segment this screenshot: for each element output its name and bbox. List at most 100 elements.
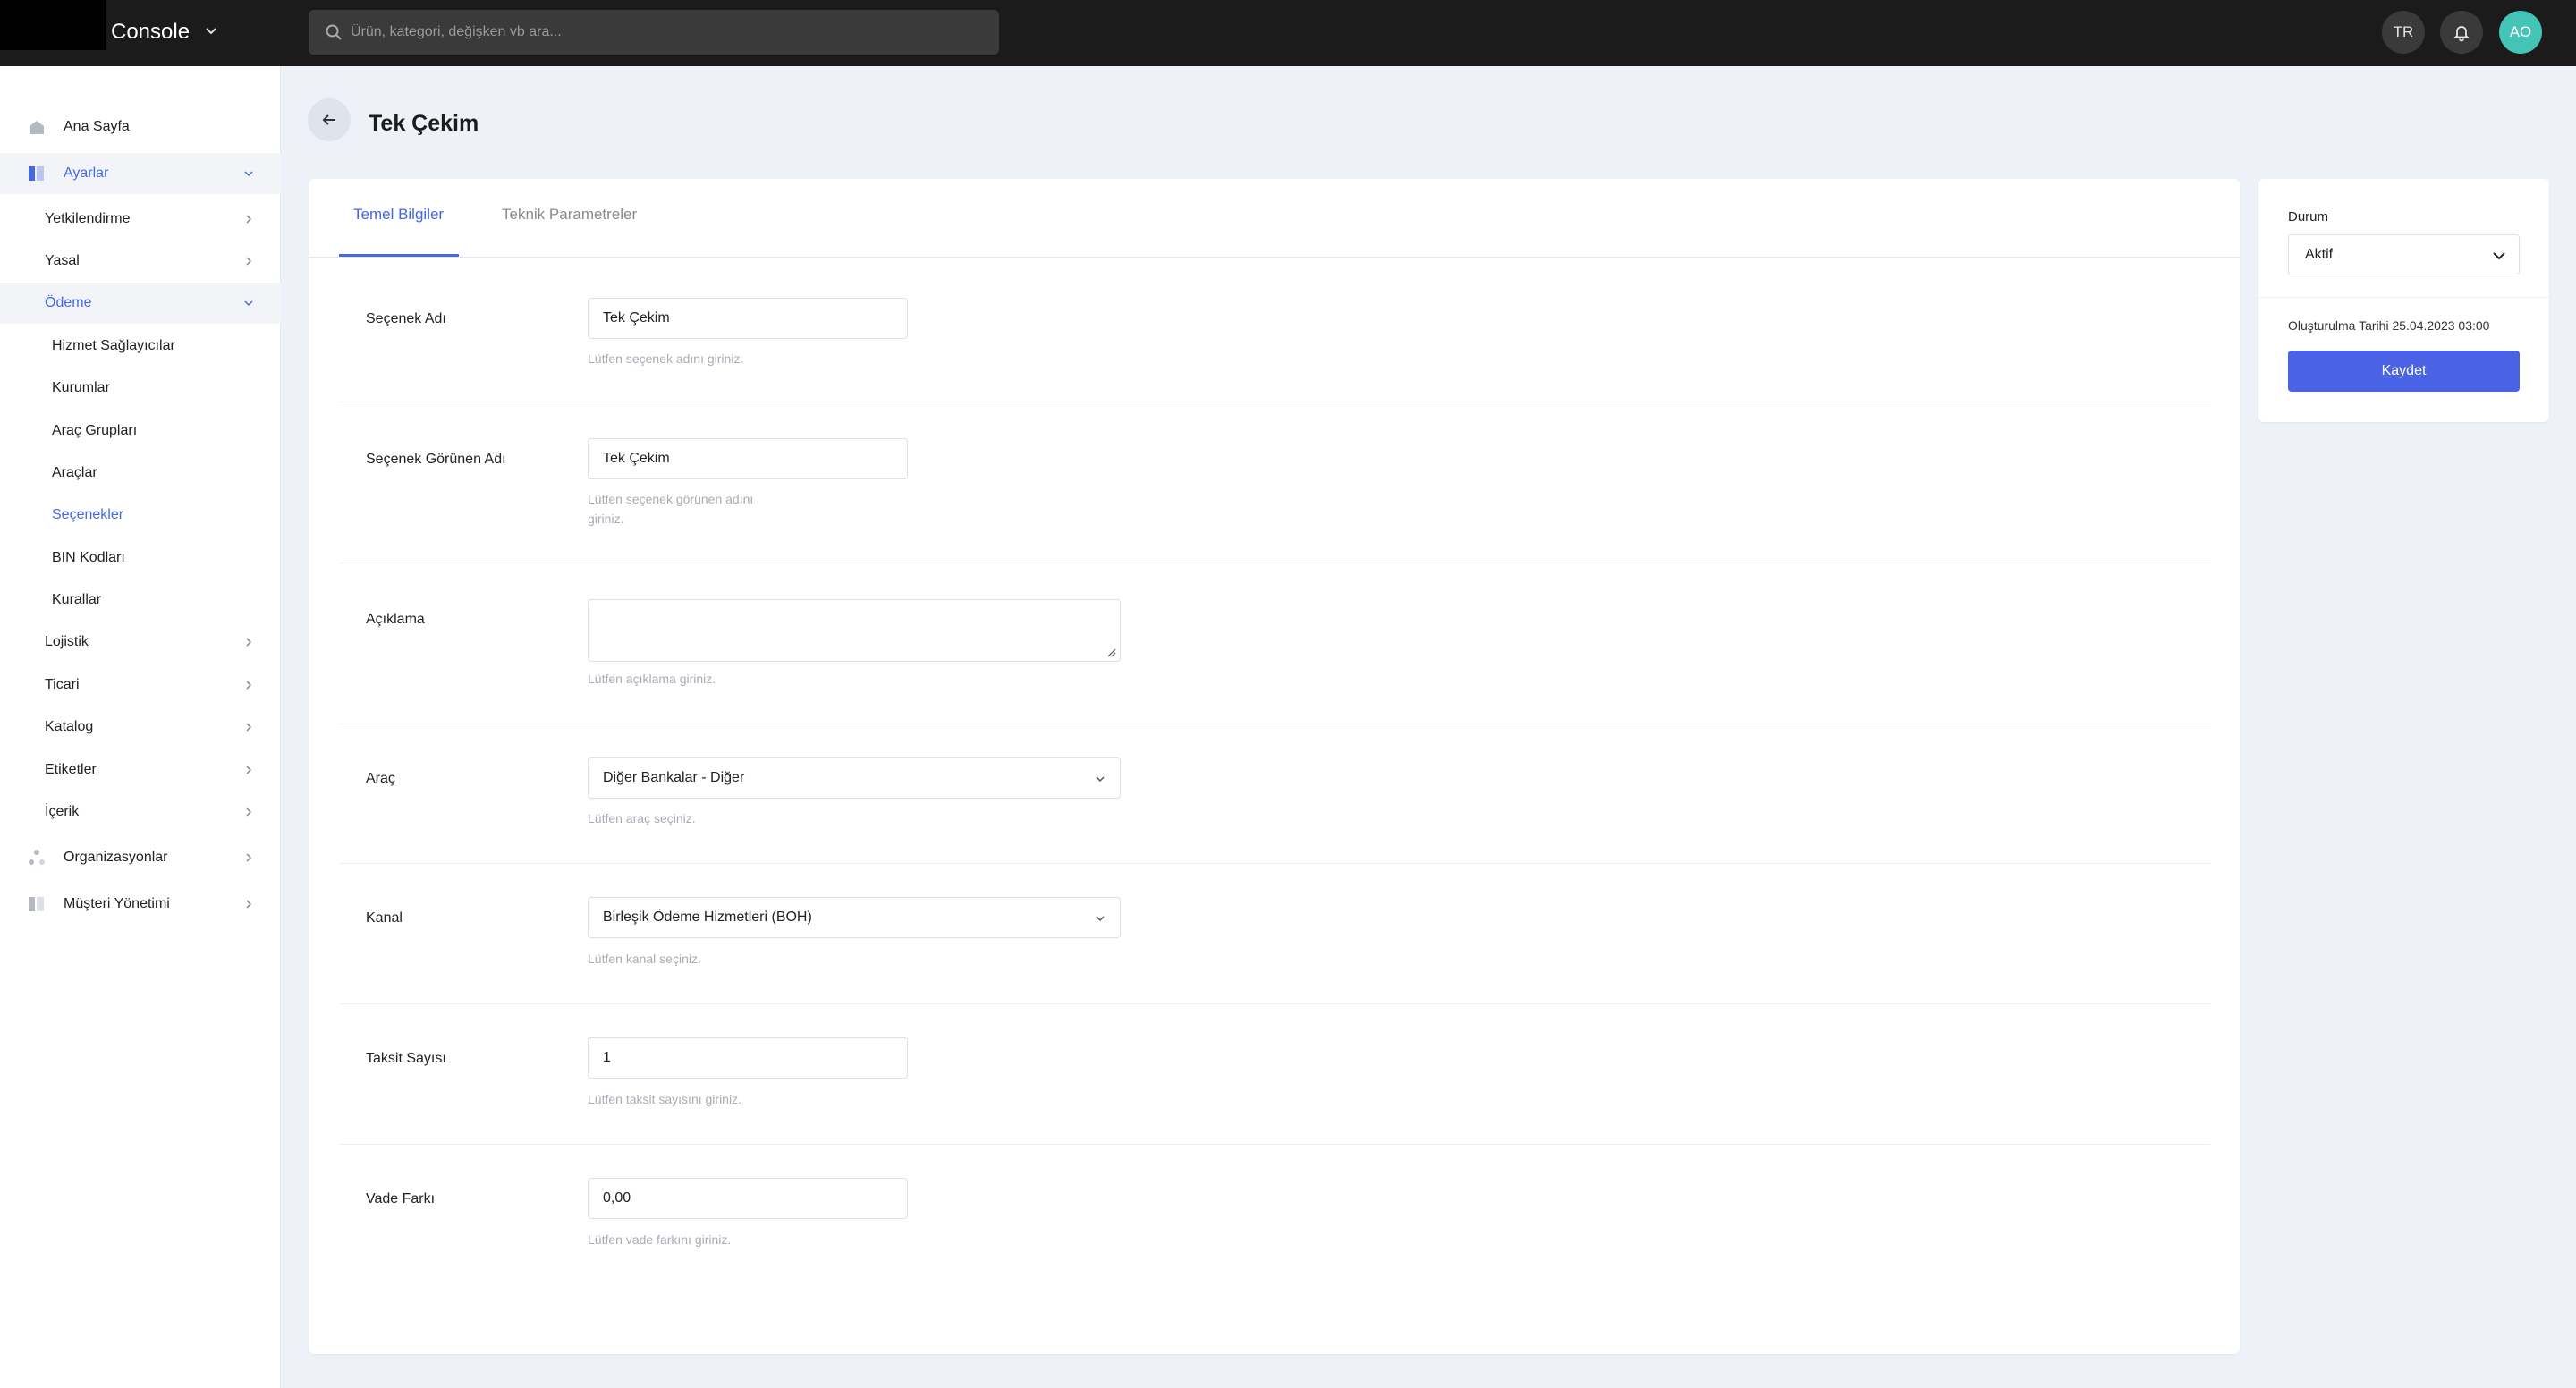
form-row-maturity-difference: Vade Farkı 0,00 Lütfen vade farkını giri… bbox=[339, 1145, 2210, 1285]
home-icon bbox=[30, 121, 44, 134]
language-button[interactable]: TR bbox=[2382, 11, 2425, 54]
sidebar-item-label: BIN Kodları bbox=[52, 550, 125, 565]
form-row-option-name: Seçenek Adı Tek Çekim Lütfen seçenek adı… bbox=[339, 258, 2210, 402]
sidebar-item-label: Yetkilendirme bbox=[45, 211, 131, 226]
chevron-down-icon bbox=[1096, 916, 1105, 922]
sidebar-item-settings[interactable]: Ayarlar bbox=[0, 153, 281, 194]
sidebar-item-home[interactable]: Ana Sayfa bbox=[0, 106, 281, 148]
top-bar: Console TR AO bbox=[0, 0, 2576, 66]
status-select-value: Aktif bbox=[2305, 247, 2334, 262]
sidebar-item-tool-groups[interactable]: Araç Grupları bbox=[0, 410, 281, 452]
sidebar-item-label: Hizmet Sağlayıcılar bbox=[52, 338, 175, 353]
chevron-down-icon bbox=[1096, 776, 1105, 783]
form-card: Temel Bilgiler Teknik Parametreler Seçen… bbox=[309, 179, 2240, 1354]
sidebar-item-label: Araçlar bbox=[52, 465, 97, 480]
sidebar-item-payment[interactable]: Ödeme bbox=[0, 283, 281, 324]
sidebar-item-label: Etiketler bbox=[45, 762, 97, 777]
field-hint: Lütfen taksit sayısını giriniz. bbox=[588, 1092, 741, 1106]
sidebar-item-label: Organizasyonlar bbox=[64, 850, 168, 865]
sidebar-item-customer-management[interactable]: Müşteri Yönetimi bbox=[0, 884, 281, 925]
sidebar-item-label: Araç Grupları bbox=[52, 423, 138, 438]
sidebar-item-service-providers[interactable]: Hizmet Sağlayıcılar bbox=[0, 326, 281, 367]
tab-basic-info[interactable]: Temel Bilgiler bbox=[353, 204, 444, 225]
sidebar-item-organizations[interactable]: Organizasyonlar bbox=[0, 837, 281, 878]
sidebar-item-label: Ayarlar bbox=[64, 165, 109, 181]
sidebar-item-label: Katalog bbox=[45, 719, 94, 734]
sidebar: Ana Sayfa Ayarlar Yetkilendirme Yasal Öd… bbox=[0, 66, 281, 1388]
sidebar-item-label: Kurumlar bbox=[52, 380, 110, 395]
sidebar-item-options[interactable]: Seçenekler bbox=[0, 495, 281, 536]
field-hint: Lütfen kanal seçiniz. bbox=[588, 952, 701, 966]
notifications-button[interactable] bbox=[2440, 11, 2483, 54]
resize-handle-icon[interactable] bbox=[1106, 647, 1116, 657]
field-label: Taksit Sayısı bbox=[366, 1051, 446, 1066]
search-input[interactable] bbox=[351, 10, 977, 55]
sidebar-item-label: Ticari bbox=[45, 677, 80, 692]
field-label: Araç bbox=[366, 771, 395, 786]
installments-input[interactable]: 1 bbox=[588, 1037, 908, 1079]
field-hint: Lütfen vade farkını giriniz. bbox=[588, 1232, 732, 1247]
sidebar-item-legal[interactable]: Yasal bbox=[0, 241, 281, 282]
description-textarea[interactable] bbox=[588, 599, 1121, 662]
tab-technical-parameters[interactable]: Teknik Parametreler bbox=[502, 204, 637, 225]
sidebar-item-tags[interactable]: Etiketler bbox=[0, 749, 281, 791]
sidebar-item-label: Lojistik bbox=[45, 634, 89, 649]
search-bar[interactable] bbox=[309, 10, 999, 55]
form-row-display-name: Seçenek Görünen Adı Tek Çekim Lütfen seç… bbox=[339, 402, 2210, 563]
page-title: Tek Çekim bbox=[369, 111, 479, 136]
chevron-down-icon bbox=[244, 171, 253, 177]
chevron-right-icon bbox=[246, 808, 252, 817]
field-label: Seçenek Görünen Adı bbox=[366, 452, 506, 467]
sidebar-item-label: İçerik bbox=[45, 804, 80, 819]
tool-select-value: Diğer Bankalar - Diğer bbox=[603, 770, 745, 785]
sidebar-item-label: Ana Sayfa bbox=[64, 119, 130, 134]
save-button[interactable]: Kaydet bbox=[2288, 351, 2520, 392]
chevron-right-icon bbox=[246, 766, 252, 774]
status-label: Durum bbox=[2288, 209, 2329, 224]
channel-select[interactable]: Birleşik Ödeme Hizmetleri (BOH) bbox=[588, 897, 1121, 938]
status-select[interactable]: Aktif bbox=[2288, 234, 2520, 275]
active-tab-indicator bbox=[339, 254, 459, 257]
arrow-left-icon bbox=[322, 114, 335, 125]
sidebar-item-authorization[interactable]: Yetkilendirme bbox=[0, 199, 281, 240]
sidebar-item-label: Seçenekler bbox=[52, 507, 124, 522]
brand-title[interactable]: Console bbox=[111, 17, 190, 47]
display-name-input[interactable]: Tek Çekim bbox=[588, 438, 908, 479]
sidebar-item-catalog[interactable]: Katalog bbox=[0, 707, 281, 748]
avatar[interactable]: AO bbox=[2499, 11, 2542, 54]
created-date: Oluşturulma Tarihi 25.04.2023 03:00 bbox=[2288, 318, 2490, 333]
option-name-input[interactable]: Tek Çekim bbox=[588, 298, 908, 339]
sidebar-item-tools[interactable]: Araçlar bbox=[0, 453, 281, 494]
settings-panel-icon bbox=[29, 166, 44, 181]
tab-bar: Temel Bilgiler Teknik Parametreler bbox=[309, 179, 2240, 258]
field-label: Kanal bbox=[366, 910, 402, 926]
field-hint: Lütfen seçenek görünen adını bbox=[588, 492, 754, 506]
search-icon bbox=[326, 24, 342, 40]
field-hint: giriniz. bbox=[588, 512, 624, 526]
sidebar-item-rules[interactable]: Kurallar bbox=[0, 580, 281, 621]
chevron-right-icon bbox=[246, 723, 252, 732]
sidebar-item-logistics[interactable]: Lojistik bbox=[0, 622, 281, 663]
sidebar-item-commercial[interactable]: Ticari bbox=[0, 664, 281, 706]
sidebar-item-institutions[interactable]: Kurumlar bbox=[0, 368, 281, 409]
field-label: Açıklama bbox=[366, 612, 425, 627]
divider bbox=[2258, 297, 2549, 298]
chevron-down-icon[interactable] bbox=[202, 22, 220, 40]
form-row-channel: Kanal Birleşik Ödeme Hizmetleri (BOH) Lü… bbox=[339, 864, 2210, 1004]
chevron-right-icon bbox=[246, 681, 252, 690]
back-button[interactable] bbox=[308, 98, 351, 141]
maturity-difference-input[interactable]: 0,00 bbox=[588, 1178, 908, 1219]
sidebar-item-bin-codes[interactable]: BIN Kodları bbox=[0, 537, 281, 579]
sidebar-item-content[interactable]: İçerik bbox=[0, 791, 281, 833]
field-hint: Lütfen araç seçiniz. bbox=[588, 811, 696, 825]
sidebar-item-label: Kurallar bbox=[52, 592, 102, 607]
tool-select[interactable]: Diğer Bankalar - Diğer bbox=[588, 757, 1121, 799]
logo[interactable] bbox=[0, 0, 106, 50]
chevron-down-icon bbox=[2493, 252, 2505, 260]
form-row-description: Açıklama Lütfen açıklama giriniz. bbox=[339, 563, 2210, 724]
organizations-icon bbox=[29, 850, 45, 865]
chevron-right-icon bbox=[246, 853, 252, 862]
field-hint: Lütfen açıklama giriniz. bbox=[588, 672, 716, 686]
channel-select-value: Birleşik Ödeme Hizmetleri (BOH) bbox=[603, 910, 812, 925]
field-hint: Lütfen seçenek adını giriniz. bbox=[588, 351, 744, 366]
